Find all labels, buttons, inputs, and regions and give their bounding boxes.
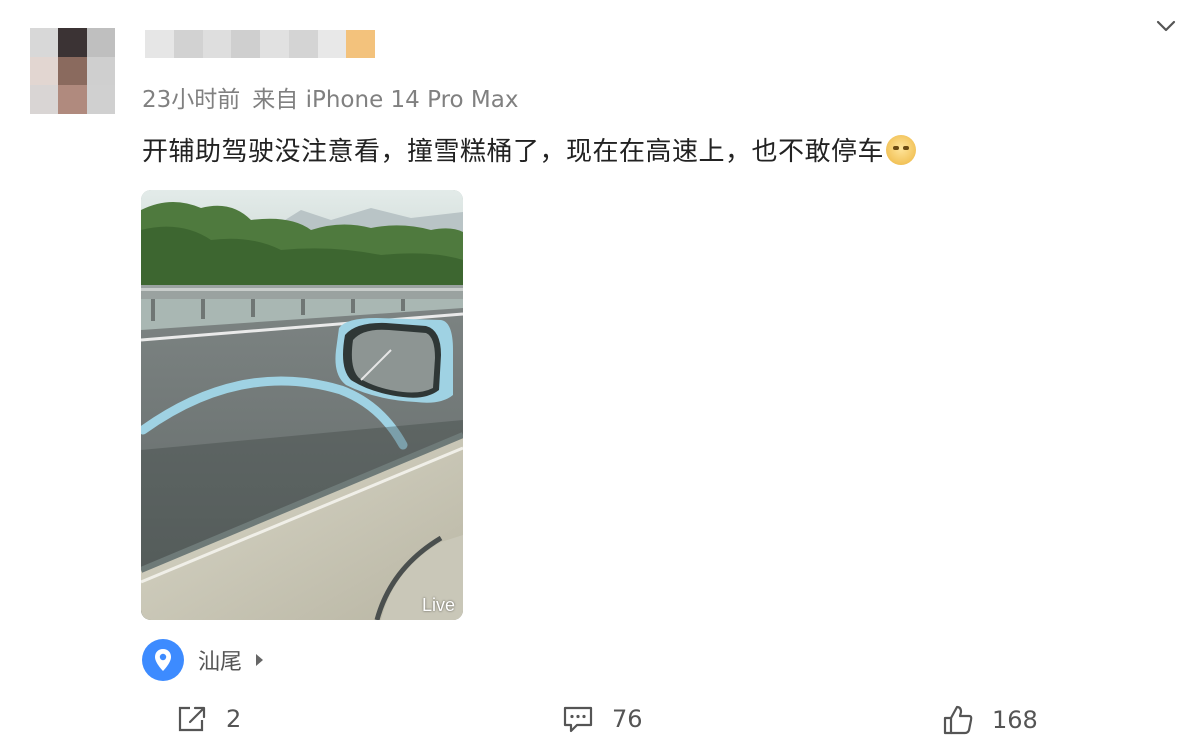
action-bar: 2 76 168 [0,700,1200,740]
post-text: 开辅助驾驶没注意看，撞雪糕桶了，现在在高速上，也不敢停车 [142,131,917,168]
post-photo[interactable]: Live [141,190,463,620]
repost-button[interactable]: 2 [176,704,241,734]
repost-count: 2 [226,705,242,733]
thumbs-up-icon [943,705,973,735]
location-pin-icon [142,639,184,681]
username-redacted[interactable] [145,30,375,58]
post-time: 23小时前 [142,87,241,113]
comment-button[interactable]: 76 [562,704,643,734]
comment-count: 76 [612,705,643,733]
like-button[interactable]: 168 [942,704,1038,736]
laughing-emoji-icon [886,135,917,165]
avatar[interactable] [30,28,115,114]
live-badge: Live [421,595,455,615]
share-icon [178,706,206,732]
like-count: 168 [992,706,1038,734]
location-label: 汕尾 [198,650,243,675]
post-source: 来自 iPhone 14 Pro Max [252,87,519,113]
photo-scene [141,190,463,620]
post-body: 开辅助驾驶没注意看，撞雪糕桶了，现在在高速上，也不敢停车 [142,137,885,167]
chevron-down-icon[interactable] [1154,14,1178,38]
comment-icon [563,706,593,733]
chevron-right-icon [256,654,264,666]
post-meta: 23小时前 来自 iPhone 14 Pro Max [142,80,518,114]
location-tag[interactable]: 汕尾 [142,637,264,683]
